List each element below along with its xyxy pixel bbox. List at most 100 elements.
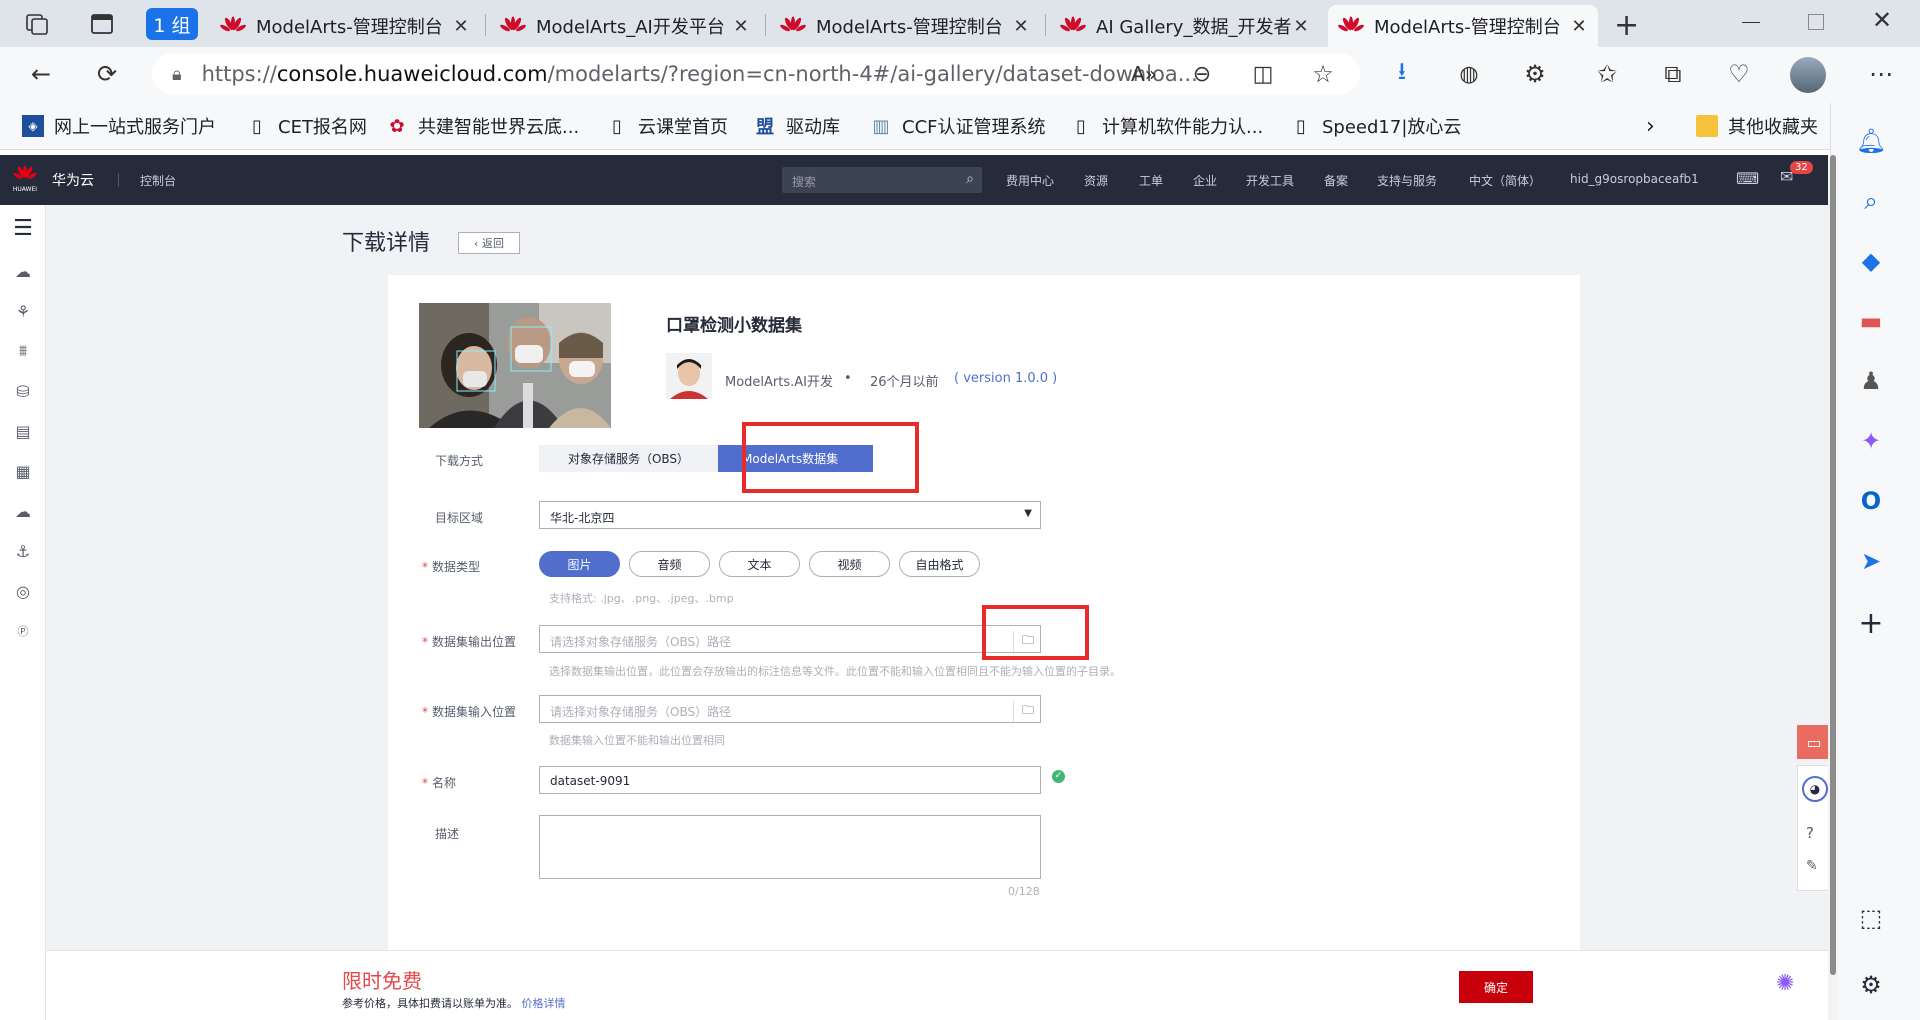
nav-resources[interactable]: 资源 (1084, 172, 1108, 189)
method-obs-tab[interactable]: 对象存储服务（OBS） (539, 445, 718, 472)
close-icon[interactable]: ✕ (1292, 16, 1310, 37)
new-tab-plus-icon[interactable]: + (1614, 8, 1639, 43)
collections-icon[interactable]: ⧉ (1656, 57, 1690, 91)
lock-icon[interactable]: 🔒︎ (172, 64, 182, 85)
nav-language[interactable]: 中文（简体） (1469, 172, 1541, 189)
region-select[interactable]: 华北-北京四 ▼ (539, 501, 1041, 529)
page-scrollbar[interactable] (1828, 155, 1838, 1020)
nav-filing[interactable]: 备案 (1324, 172, 1348, 189)
input-path-input[interactable]: 请选择对象存储服务（OBS）路径 🗀 (539, 695, 1041, 723)
back-arrow-icon[interactable]: ← (24, 57, 58, 91)
more-menu-icon[interactable]: ⋯ (1864, 57, 1898, 91)
type-image-pill[interactable]: 图片 (539, 551, 620, 577)
terminal-icon[interactable]: ⌨ (1736, 169, 1759, 188)
outlook-icon[interactable]: O (1851, 481, 1891, 521)
bridge-icon[interactable]: ⩩ (12, 340, 34, 362)
close-icon[interactable]: ✕ (732, 16, 750, 37)
download-icon[interactable]: ⭳ (1385, 57, 1419, 91)
copilot-brain-icon[interactable]: ✺ (1776, 971, 1794, 996)
settings-gear-icon[interactable]: ⚙ (1851, 965, 1891, 1005)
tab-4[interactable]: AI Gallery_数据_开发者 ✕ (1050, 5, 1320, 47)
favorite-item[interactable]: 盟驱动库 (754, 111, 840, 141)
brand-name[interactable]: 华为云 (52, 170, 94, 190)
tab-5-active[interactable]: ModelArts-管理控制台 ✕ (1328, 5, 1598, 47)
nav-support[interactable]: 支持与服务 (1377, 172, 1437, 189)
cloud-server-icon[interactable]: ☁ (12, 500, 34, 522)
other-favorites[interactable]: 其他收藏夹 (1696, 111, 1818, 141)
globe-icon[interactable]: ◎ (12, 580, 34, 602)
huawei-logo[interactable]: HUAWEI (10, 165, 40, 195)
tab-group-chip[interactable]: 1 组 (146, 8, 198, 40)
description-textarea[interactable] (539, 815, 1041, 879)
confirm-button[interactable]: 确定 (1459, 971, 1533, 1003)
feedback-chat-icon[interactable]: ▭ (1797, 725, 1831, 759)
workspaces-icon[interactable] (24, 12, 50, 36)
dataset-version[interactable]: ( version 1.0.0 ) (954, 371, 1057, 386)
folder-icon[interactable]: 🗀 (1012, 701, 1034, 722)
extension-face-icon[interactable]: ◍ (1452, 57, 1486, 91)
favorite-item[interactable]: ▯ Speed17|放心云 (1290, 111, 1461, 141)
performance-heart-icon[interactable]: ♡ (1722, 57, 1756, 91)
favorite-item[interactable]: ▯ CET报名网 (246, 111, 367, 141)
bell-icon[interactable]: 🔔︎ (1851, 121, 1891, 161)
shopping-tag-icon[interactable]: ◆ (1851, 241, 1891, 281)
zoom-out-icon[interactable]: ⊖ (1185, 57, 1219, 91)
anchor-icon[interactable]: ⚓ (12, 540, 34, 562)
copilot-icon[interactable]: ✦ (1851, 421, 1891, 461)
price-details-link[interactable]: 价格详情 (522, 997, 566, 1010)
add-icon[interactable]: + (1851, 603, 1891, 643)
help-question-icon[interactable]: ? (1806, 824, 1814, 842)
output-path-input[interactable]: 请选择对象存储服务（OBS）路径 🗀 (539, 625, 1041, 653)
split-screen-icon[interactable]: ◫ (1246, 57, 1280, 91)
cluster-icon[interactable]: ⚘ (12, 300, 34, 322)
tools-briefcase-icon[interactable]: ▬ (1851, 301, 1891, 341)
address-bar[interactable]: 🔒︎ https://console.huaweicloud.com/model… (152, 53, 1360, 95)
search-icon[interactable]: ⌕ (1851, 181, 1891, 221)
document-icon[interactable]: ▤ (12, 420, 34, 442)
favorite-item[interactable]: ▥ CCF认证管理系统 (870, 111, 1045, 141)
tab-2[interactable]: ModelArts_AI开发平台 ✕ (490, 5, 760, 47)
close-window-icon[interactable]: ✕ (1872, 6, 1892, 34)
close-icon[interactable]: ✕ (1570, 16, 1588, 37)
favorite-item[interactable]: ✿ 共建智能世界云底... (386, 111, 579, 141)
profile-avatar[interactable] (1790, 57, 1826, 93)
minimize-icon[interactable] (1742, 22, 1760, 23)
type-audio-pill[interactable]: 音频 (629, 551, 710, 577)
favorites-list-icon[interactable]: ✩ (1590, 57, 1624, 91)
edit-note-icon[interactable]: ✎ (1806, 858, 1818, 874)
search-icon[interactable]: ⌕ (966, 171, 974, 187)
screenshot-icon[interactable]: ⬚ (1851, 898, 1891, 938)
tab-3[interactable]: ModelArts-管理控制台 ✕ (770, 5, 1040, 47)
name-input[interactable]: dataset-9091 (539, 766, 1041, 794)
nav-enterprise[interactable]: 企业 (1193, 172, 1217, 189)
nav-devtools[interactable]: 开发工具 (1246, 172, 1294, 189)
tab-1[interactable]: ModelArts-管理控制台 ✕ (210, 5, 480, 47)
nav-tickets[interactable]: 工单 (1139, 172, 1163, 189)
games-icon[interactable]: ♟ (1851, 361, 1891, 401)
type-text-pill[interactable]: 文本 (719, 551, 800, 577)
favorite-item[interactable]: ▯ 计算机软件能力认... (1070, 111, 1263, 141)
menu-icon[interactable]: ☰ (12, 216, 34, 241)
close-icon[interactable]: ✕ (1012, 16, 1030, 37)
storage-icon[interactable]: ⛁ (12, 380, 34, 402)
favorites-overflow-chevron-icon[interactable]: › (1646, 111, 1655, 141)
read-aloud-icon[interactable]: A» (1127, 57, 1161, 91)
cloud-icon[interactable]: ☁ (12, 260, 34, 282)
type-freeform-pill[interactable]: 自由格式 (899, 551, 980, 577)
extensions-icon[interactable]: ⚙ (1518, 57, 1552, 91)
dataset-author[interactable]: ModelArts.AI开发 (725, 371, 833, 390)
scrollbar-thumb[interactable] (1830, 155, 1836, 975)
console-link[interactable]: 控制台 (140, 172, 176, 189)
restore-icon[interactable] (1808, 14, 1824, 30)
search-input[interactable]: 搜索 ⌕ (782, 167, 982, 193)
favorite-item[interactable]: ◈ 网上一站式服务门户 (22, 111, 216, 141)
nav-account[interactable]: hid_g9osropbaceafb1 (1570, 172, 1699, 186)
refresh-icon[interactable]: ⟳ (90, 57, 124, 91)
back-button[interactable]: ‹ 返回 (458, 232, 520, 254)
favorite-star-icon[interactable]: ☆ (1306, 57, 1340, 91)
ip-icon[interactable]: Ⓟ (12, 620, 34, 642)
tab-actions-icon[interactable] (90, 12, 114, 36)
notes-icon[interactable]: ▦ (12, 460, 34, 482)
nav-billing[interactable]: 费用中心 (1006, 172, 1054, 189)
send-icon[interactable]: ➤ (1851, 541, 1891, 581)
